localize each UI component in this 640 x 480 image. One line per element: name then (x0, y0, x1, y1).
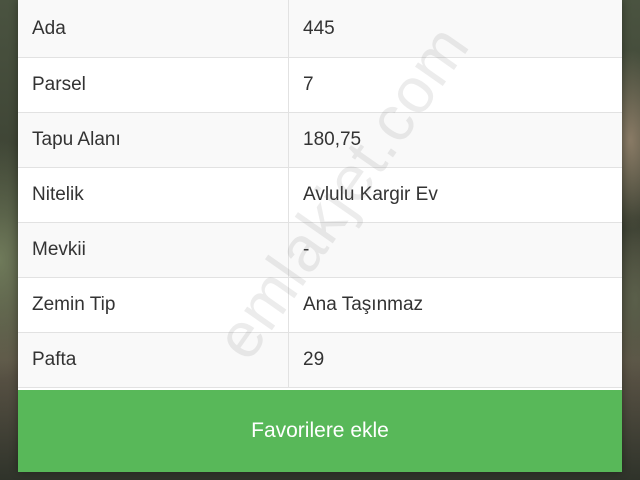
detail-value: - (288, 222, 622, 278)
table-row: Tapu Alanı 180,75 (18, 112, 622, 168)
detail-value: 7 (288, 57, 622, 113)
detail-value: 180,75 (288, 112, 622, 168)
detail-label: Tapu Alanı (18, 112, 289, 168)
detail-label: Zemin Tip (18, 277, 289, 333)
detail-label: Pafta (18, 332, 289, 388)
detail-value: 445 (288, 0, 622, 58)
detail-label: Ada (18, 0, 289, 58)
detail-label: Nitelik (18, 167, 289, 223)
add-to-favorites-button[interactable]: Favorilere ekle (18, 390, 622, 472)
detail-label: Parsel (18, 57, 289, 113)
detail-value: 29 (288, 332, 622, 388)
table-row: Parsel 7 (18, 57, 622, 113)
detail-value: Avlulu Kargir Ev (288, 167, 622, 223)
property-details-panel: Ada 445 Parsel 7 Tapu Alanı 180,75 Nitel… (18, 0, 622, 472)
table-row: Zemin Tip Ana Taşınmaz (18, 277, 622, 333)
table-row: Mevkii - (18, 222, 622, 278)
detail-value: Ana Taşınmaz (288, 277, 622, 333)
table-row: Pafta 29 (18, 332, 622, 388)
property-details-table: Ada 445 Parsel 7 Tapu Alanı 180,75 Nitel… (18, 0, 622, 388)
table-row: Ada 445 (18, 0, 622, 58)
detail-label: Mevkii (18, 222, 289, 278)
table-row: Nitelik Avlulu Kargir Ev (18, 167, 622, 223)
